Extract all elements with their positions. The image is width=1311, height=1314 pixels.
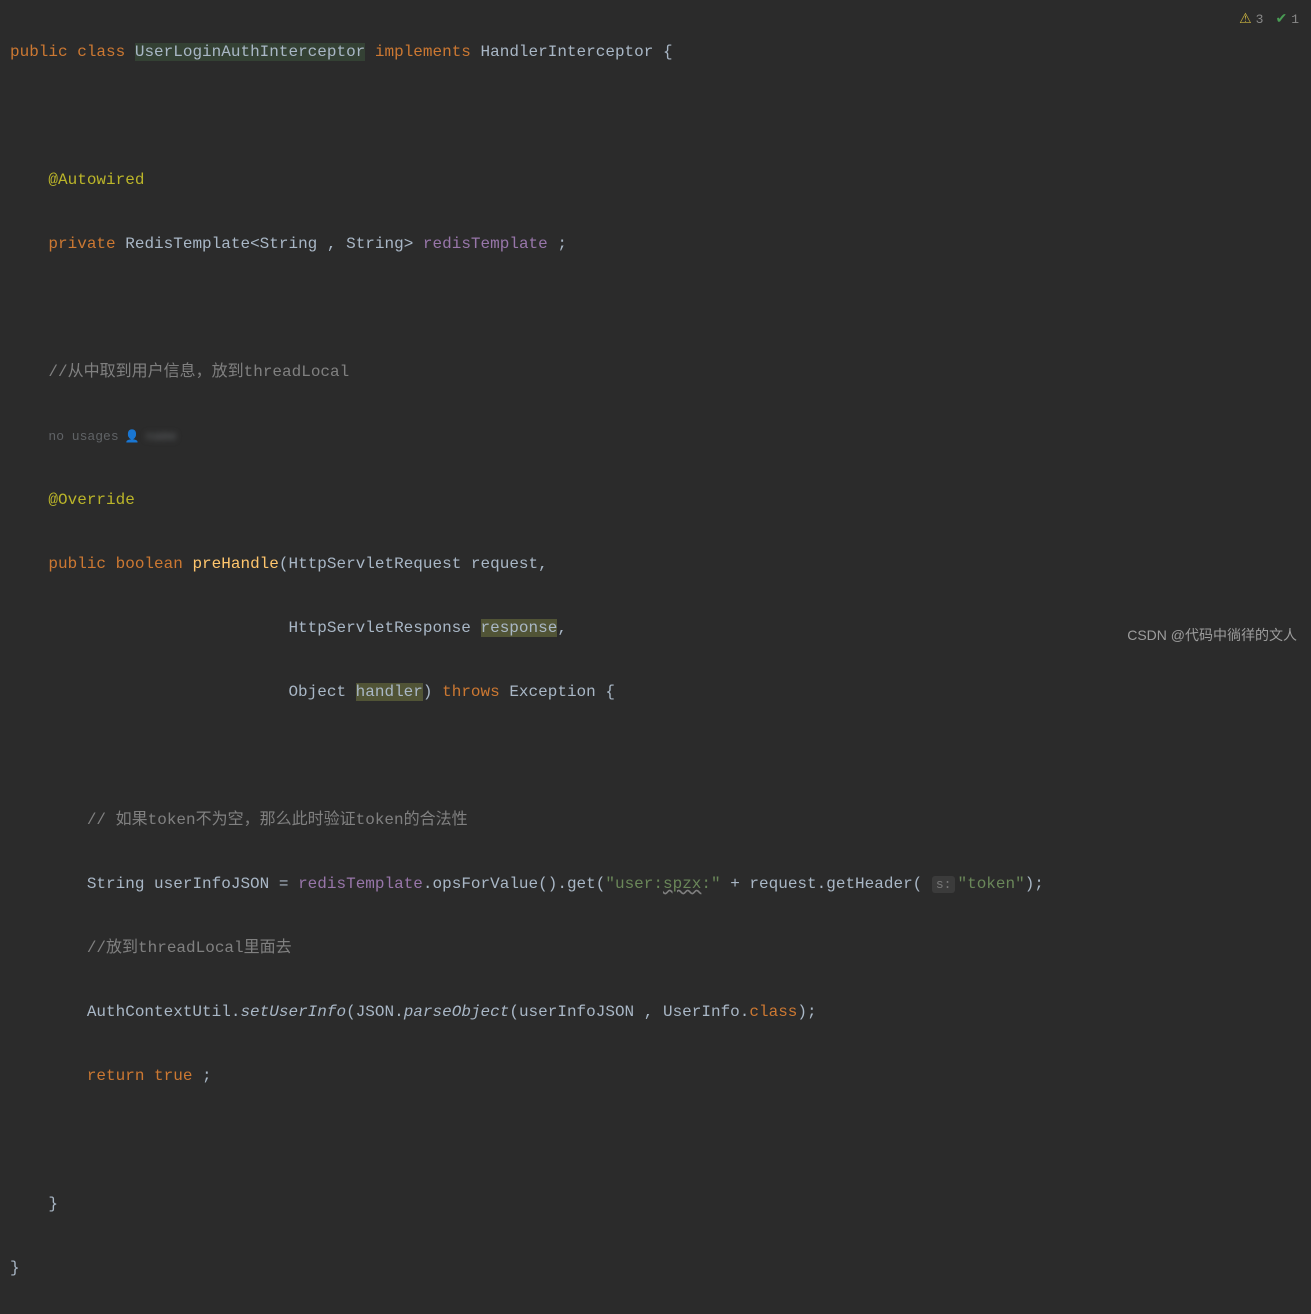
string-literal: "user: (605, 875, 663, 893)
code-line[interactable]: //从中取到用户信息，放到threadLocal (10, 356, 1301, 388)
keyword-boolean: boolean (116, 555, 183, 573)
author-name: name (146, 424, 177, 450)
field-ref: redisTemplate (298, 875, 423, 893)
code-line[interactable]: private RedisTemplate<String , String> r… (10, 228, 1301, 260)
code-line[interactable]: HttpServletResponse response, (10, 612, 1301, 644)
comment: //从中取到用户信息，放到threadLocal (48, 363, 349, 381)
brace-close: } (48, 1195, 58, 1213)
code-line[interactable]: @Autowired (10, 164, 1301, 196)
code-line[interactable]: no usages 👤 name (10, 420, 1301, 452)
param-type: HttpServletResponse (288, 619, 470, 637)
brace-open: { (663, 43, 673, 61)
code-line[interactable]: } (10, 1188, 1301, 1220)
code-line-empty[interactable] (10, 100, 1301, 132)
comment: //放到threadLocal里面去 (87, 939, 292, 957)
keyword-private: private (48, 235, 115, 253)
code-line[interactable]: public class UserLoginAuthInterceptor im… (10, 36, 1301, 68)
keyword-class: class (77, 43, 125, 61)
static-method: parseObject (404, 1003, 510, 1021)
code-line-empty[interactable] (10, 1124, 1301, 1156)
class-name: UserLoginAuthInterceptor (135, 43, 365, 61)
keyword-implements: implements (375, 43, 471, 61)
keyword-public: public (10, 43, 68, 61)
check-icon: ✔ (1275, 6, 1287, 34)
code-line-empty[interactable] (10, 292, 1301, 324)
param-name: handler (356, 683, 423, 701)
user-icon: 👤 (125, 425, 140, 449)
keyword-throws: throws (442, 683, 500, 701)
keyword-class: class (749, 1003, 797, 1021)
usage-hint[interactable]: no usages 👤 name (48, 424, 176, 450)
class-ref: AuthContextUtil (87, 1003, 231, 1021)
field-name: redisTemplate (423, 235, 548, 253)
code-line[interactable]: public boolean preHandle(HttpServletRequ… (10, 548, 1301, 580)
annotation: @Override (48, 491, 134, 509)
code-line[interactable]: Object handler) throws Exception { (10, 676, 1301, 708)
code-editor[interactable]: public class UserLoginAuthInterceptor im… (0, 0, 1311, 1314)
watermark: CSDN @代码中徜徉的文人 (1127, 621, 1297, 649)
comment: // 如果token不为空，那么此时验证token的合法性 (87, 811, 468, 829)
generic-type: String (260, 235, 318, 253)
param-type: HttpServletRequest (288, 555, 461, 573)
check-count: 1 (1291, 7, 1299, 33)
keyword-true: true (154, 1067, 192, 1085)
code-line[interactable]: @Override (10, 484, 1301, 516)
annotation: @Autowired (48, 171, 144, 189)
checks-indicator[interactable]: ✔ 1 (1275, 6, 1299, 34)
code-line[interactable]: //放到threadLocal里面去 (10, 932, 1301, 964)
string-literal: "token" (957, 875, 1024, 893)
method-name: preHandle (192, 555, 278, 573)
status-bar: ⚠ 3 ✔ 1 (1239, 6, 1299, 34)
keyword-public: public (48, 555, 106, 573)
param-type: Object (288, 683, 346, 701)
exception-type: Exception (509, 683, 595, 701)
code-line-empty[interactable] (10, 740, 1301, 772)
param-hint: s: (932, 876, 956, 893)
method-call: get (567, 875, 596, 893)
keyword-return: return (87, 1067, 145, 1085)
variable: request (749, 875, 816, 893)
code-line[interactable]: AuthContextUtil.setUserInfo(JSON.parseOb… (10, 996, 1301, 1028)
generic-type: String (346, 235, 404, 253)
interface-name: HandlerInterceptor (481, 43, 654, 61)
brace-close: } (10, 1259, 20, 1277)
class-ref: JSON (356, 1003, 394, 1021)
param-name: request (471, 555, 538, 573)
code-line[interactable]: } (10, 1252, 1301, 1284)
method-call: getHeader (826, 875, 912, 893)
class-ref: UserInfo (663, 1003, 740, 1021)
string-literal-warn: spzx (663, 875, 701, 893)
code-line[interactable]: return true ; (10, 1060, 1301, 1092)
variable: userInfoJSON (519, 1003, 634, 1021)
warnings-indicator[interactable]: ⚠ 3 (1239, 6, 1263, 34)
type-name: String (87, 875, 145, 893)
variable: userInfoJSON (154, 875, 269, 893)
method-call: opsForValue (433, 875, 539, 893)
code-line[interactable]: String userInfoJSON = redisTemplate.opsF… (10, 868, 1301, 900)
param-name: response (481, 619, 558, 637)
static-method: setUserInfo (240, 1003, 346, 1021)
code-line[interactable]: // 如果token不为空，那么此时验证token的合法性 (10, 804, 1301, 836)
type-name: RedisTemplate (125, 235, 250, 253)
warning-count: 3 (1256, 7, 1264, 33)
warning-icon: ⚠ (1239, 6, 1252, 34)
